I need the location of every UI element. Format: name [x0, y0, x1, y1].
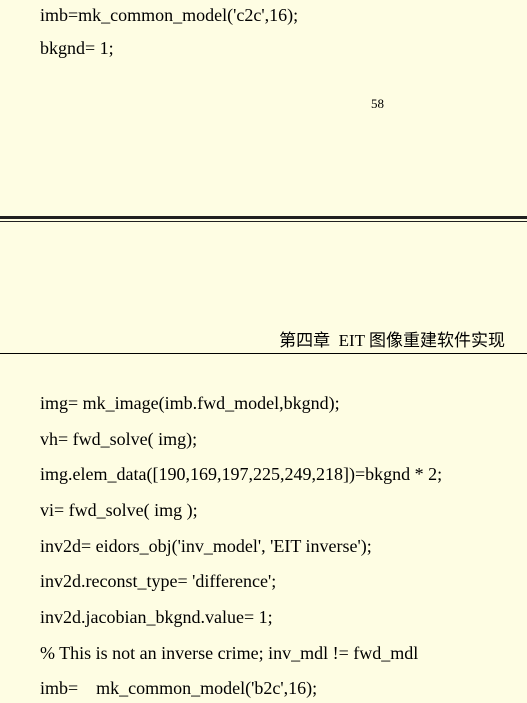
- chapter-header: 第四章 EIT 图像重建软件实现: [279, 331, 505, 350]
- page-break-rule-thin: [0, 221, 527, 222]
- code-line: vi= fwd_solve( img );: [40, 500, 198, 520]
- code-line: img= mk_image(imb.fwd_model,bkgnd);: [40, 393, 340, 413]
- code-line: img.elem_data([190,169,197,225,249,218])…: [40, 464, 443, 484]
- page-number: 58: [371, 96, 384, 111]
- page-break-rule-thick: [0, 216, 527, 219]
- header-rule: [0, 353, 527, 354]
- code-line: inv2d.jacobian_bkgnd.value= 1;: [40, 607, 273, 627]
- code-line: inv2d.reconst_type= 'difference';: [40, 571, 277, 591]
- code-line: imb= mk_common_model('b2c',16);: [40, 678, 318, 698]
- code-line: bkgnd= 1;: [40, 38, 114, 58]
- code-line: % This is not an inverse crime; inv_mdl …: [40, 643, 419, 663]
- code-line: vh= fwd_solve( img);: [40, 429, 198, 449]
- code-line: imb=mk_common_model('c2c',16);: [40, 5, 299, 25]
- code-line: inv2d= eidors_obj('inv_model', 'EIT inve…: [40, 536, 372, 556]
